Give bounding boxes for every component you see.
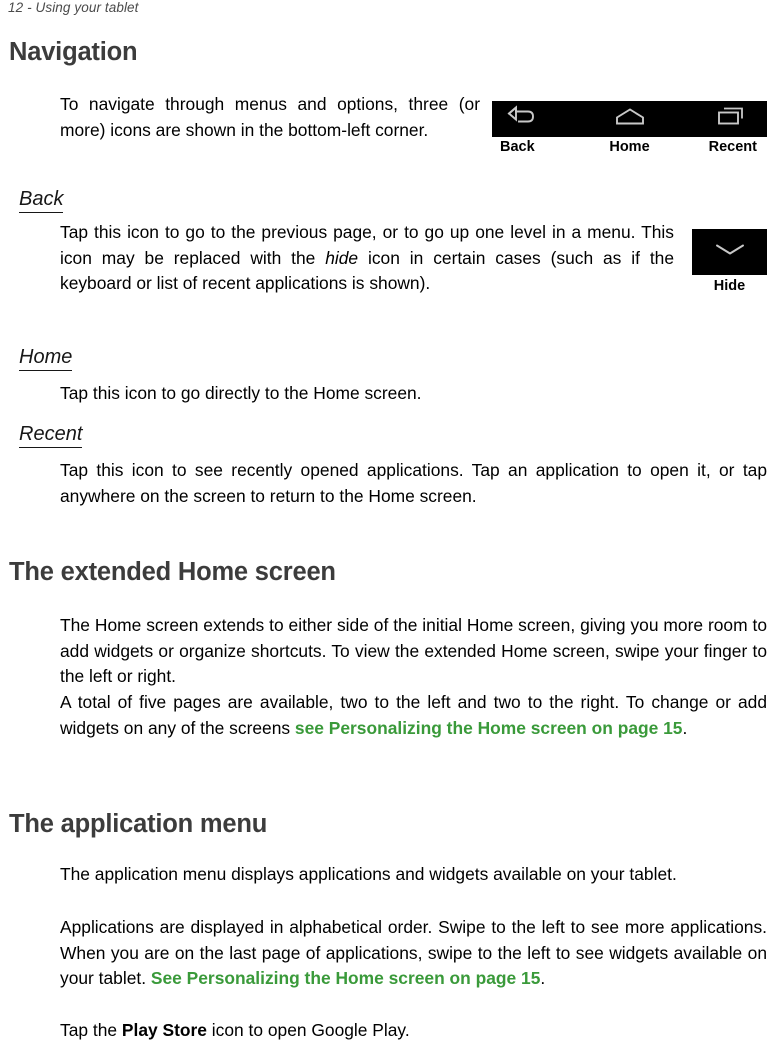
home-icon — [614, 107, 646, 132]
subheading-back: Back — [19, 188, 64, 213]
navbar-label-back: Back — [500, 139, 535, 155]
extended-home-paragraph-2: A total of five pages are available, two… — [60, 690, 767, 741]
navbar-label-row: Back Home Recent — [492, 139, 767, 159]
application-menu-paragraph-2: Applications are displayed in alphabetic… — [60, 915, 767, 992]
back-emphasis-hide: hide — [325, 247, 359, 268]
navbar-label-recent: Recent — [708, 139, 757, 155]
subheading-home: Home — [19, 346, 73, 371]
subheading-recent: Recent — [19, 423, 83, 448]
recent-apps-icon — [717, 106, 745, 133]
navbar-icon-row — [492, 101, 767, 137]
running-header: 12 - Using your tablet — [8, 0, 139, 15]
play-store-bold-label: Play Store — [121, 1020, 207, 1040]
home-paragraph: Tap this icon to go directly to the Home… — [60, 383, 422, 403]
document-page: 12 - Using your tablet Navigation To nav… — [0, 0, 767, 1063]
application-menu-paragraph-3: Tap the Play Store icon to open Google P… — [60, 1018, 767, 1044]
hide-figure-label: Hide — [713, 278, 746, 294]
extended-home-p2-text2: . — [682, 717, 688, 738]
section-heading-extended-home: The extended Home screen — [9, 558, 336, 586]
cross-reference-link-2[interactable]: See Personalizing the Home screen on pag… — [151, 968, 541, 988]
app-menu-p3-text2: icon to open Google Play. — [206, 1020, 410, 1040]
application-menu-paragraph-1: The application menu displays applicatio… — [60, 864, 677, 884]
back-paragraph: Tap this icon to go to the previous page… — [60, 220, 674, 297]
cross-reference-link-1[interactable]: see Personalizing the Home screen on pag… — [295, 718, 683, 738]
android-navbar-figure — [492, 101, 767, 137]
chevron-down-icon — [713, 242, 747, 263]
hide-icon-figure — [692, 229, 767, 275]
recent-paragraph: Tap this icon to see recently opened app… — [60, 460, 767, 506]
app-menu-p3-text1: Tap the — [60, 1020, 122, 1040]
section-heading-application-menu: The application menu — [9, 810, 268, 838]
section-heading-navigation: Navigation — [9, 38, 138, 66]
app-menu-p2-text2: . — [540, 968, 546, 988]
navbar-label-home: Home — [609, 139, 650, 155]
back-arrow-icon — [506, 105, 536, 133]
navigation-intro-paragraph: To navigate through menus and options, t… — [60, 94, 480, 140]
extended-home-paragraph-1: The Home screen extends to either side o… — [60, 615, 767, 686]
